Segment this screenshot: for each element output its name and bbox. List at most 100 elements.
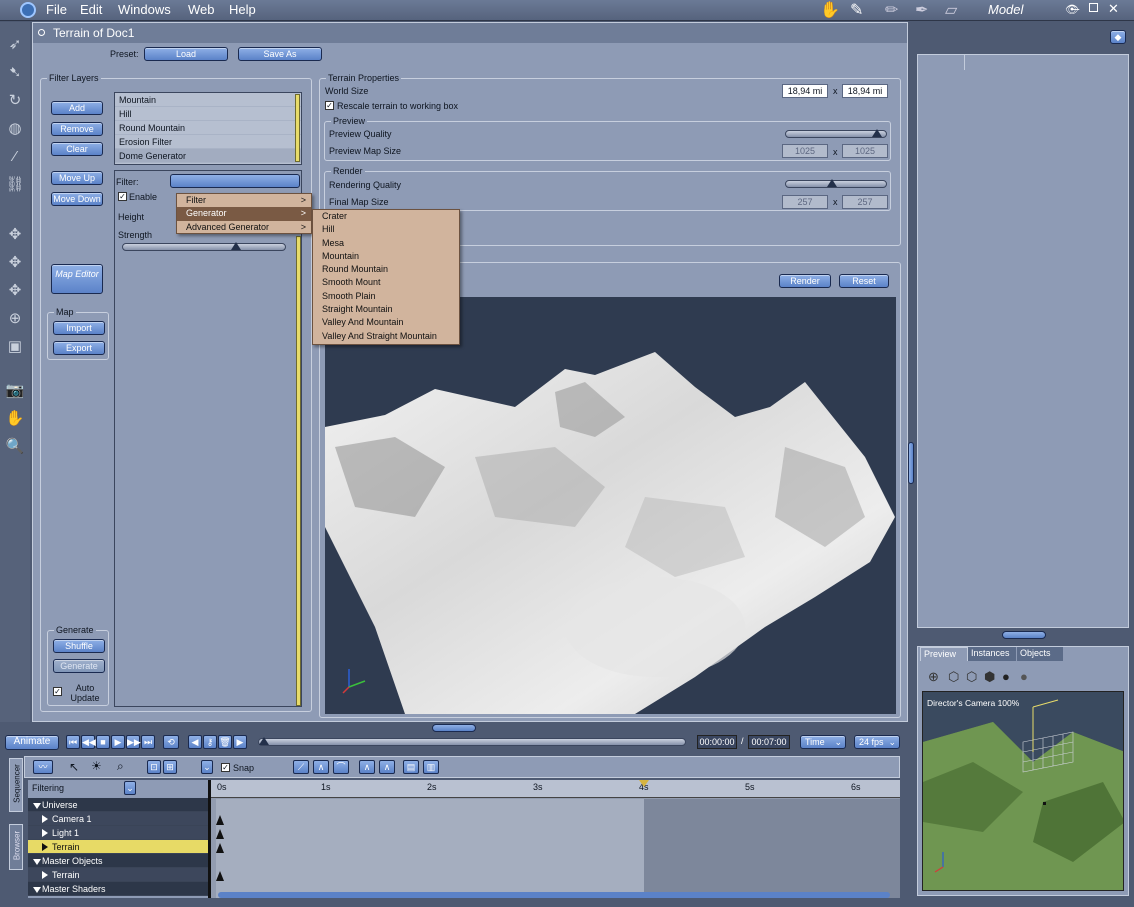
remove-layer-button[interactable]: Remove [51,122,103,136]
layer-list-scrollbar[interactable] [295,94,300,162]
box-icon[interactable]: ▣ [4,336,26,358]
step-forward-icon[interactable]: ▶▶ [126,735,141,749]
preview-map-height-field[interactable]: 1025 [842,144,888,158]
collapsed-triangle-icon[interactable] [42,829,48,837]
slider-knob[interactable] [231,242,241,250]
move-xz-icon[interactable]: ✥ [4,252,26,274]
key-mode-icon[interactable]: ▤ [403,760,419,774]
submenu-item-mesa[interactable]: Mesa [313,237,459,250]
menu-windows[interactable]: Windows [118,2,171,17]
menu-file[interactable]: File [46,2,67,17]
side-tab-browser[interactable]: Browser [9,824,23,870]
track-row[interactable]: Light 1 [28,826,208,840]
shaded-sphere-icon[interactable]: ● [1002,669,1010,684]
keyframe-area[interactable]: 0s 1s 2s 3s 4s 5s 6s [208,780,900,898]
render-button[interactable]: Render [779,274,831,288]
solid-cube-icon[interactable]: ⬢ [984,669,995,685]
prev-key-icon[interactable]: ◀ [188,735,202,749]
load-preset-button[interactable]: Load [144,47,228,61]
step-back-icon[interactable]: ◀◀ [81,735,96,749]
playhead[interactable] [208,780,211,898]
keyframe-marker[interactable] [216,843,224,853]
track-row[interactable]: Camera 1 [28,812,208,826]
submenu-item-straight-mountain[interactable]: Straight Mountain [313,303,459,316]
interp-peak-icon[interactable]: ∧ [313,760,329,774]
zoom-icon[interactable]: 🔍 [4,436,26,458]
panel-splitter-handle[interactable] [432,724,476,732]
list-item[interactable]: Mountain [115,93,301,107]
magnify-icon[interactable]: ⌕ [117,759,124,774]
rotate-icon[interactable]: ↻ [4,90,26,112]
pointer-icon[interactable]: ↖ [69,760,79,774]
submenu-item-valley-and-mountain[interactable]: Valley And Mountain [313,316,459,329]
submenu-item-round-mountain[interactable]: Round Mountain [313,263,459,276]
auto-update-checkbox[interactable]: ✓ [53,687,62,696]
terrain-viewport[interactable] [325,297,896,714]
camera-icon[interactable]: 📷 [4,380,26,402]
interp-in-icon[interactable]: ∧ [359,760,375,774]
list-item[interactable]: Dome Generator [115,149,301,163]
menu-help[interactable]: Help [229,2,256,17]
hand-tool-icon[interactable]: ✋ [820,0,840,20]
loop-icon[interactable]: ⟲ [163,735,179,749]
collapse-panel-button[interactable]: ◆ [1110,30,1126,44]
submenu-item-smooth-mount[interactable]: Smooth Mount [313,276,459,289]
wire-cube-icon[interactable]: ⬡ [948,669,959,685]
right-edge-splitter[interactable] [908,442,914,484]
graph-icon[interactable]: 〰 [33,760,53,774]
track-row[interactable]: Universe [28,798,208,812]
slider-knob[interactable] [259,737,269,745]
track-row[interactable]: Terrain [28,868,208,882]
move-icon[interactable]: ✥ [4,224,26,246]
window-close-dot-icon[interactable] [38,29,45,36]
tab-objects[interactable]: Objects [1017,647,1063,661]
rescale-checkbox[interactable]: ✓ [325,101,334,110]
list-item[interactable]: Round Mountain [115,121,301,135]
maximize-icon[interactable] [1089,3,1098,12]
layer-list[interactable]: Mountain Hill Round Mountain Erosion Fil… [114,92,302,165]
submenu-item-crater[interactable]: Crater [313,210,459,223]
interp-out-icon[interactable]: ∧ [379,760,395,774]
menu-edit[interactable]: Edit [80,2,102,17]
sphere-icon[interactable]: ◍ [4,118,26,140]
clear-layers-button[interactable]: Clear [51,142,103,156]
submenu-item-smooth-plain[interactable]: Smooth Plain [313,290,459,303]
keyframe-marker[interactable] [216,815,224,825]
delete-key-icon[interactable]: 🗑 [218,735,232,749]
menu-item-generator[interactable]: Generator > [177,207,311,221]
camera-preview[interactable]: Director's Camera 100% [922,691,1124,891]
fit-all-icon[interactable]: ⊞ [163,760,177,774]
spiral-tool-icon[interactable]: ✎ [850,0,863,20]
fps-select[interactable]: 24 fps ⌄ [854,735,900,749]
menu-item-filter[interactable]: Filter > [177,194,311,207]
outline-cube-icon[interactable]: ⬡ [966,669,977,685]
stop-icon[interactable]: ■ [96,735,110,749]
close-icon[interactable]: ✕ [1108,1,1119,17]
track-row[interactable]: Master Shaders [28,882,208,896]
brush-tool-icon[interactable]: ✏ [885,0,898,20]
end-marker-icon[interactable] [639,780,649,787]
right-panel-splitter[interactable] [1002,631,1046,639]
collapsed-triangle-icon[interactable] [42,843,48,851]
submenu-item-mountain[interactable]: Mountain [313,250,459,263]
collapsed-triangle-icon[interactable] [42,815,48,823]
tab-preview[interactable]: Preview [920,647,968,661]
add-layer-button[interactable]: Add [51,101,103,115]
interp-linear-icon[interactable]: ⟋ [293,760,309,774]
right-panel-tab[interactable] [917,54,965,70]
final-map-height-field[interactable]: 257 [842,195,888,209]
final-map-width-field[interactable]: 257 [782,195,828,209]
save-as-preset-button[interactable]: Save As [238,47,322,61]
filtering-dropdown-icon[interactable]: ⌄ [124,781,136,795]
import-map-button[interactable]: Import [53,321,105,335]
timeline-hscroll[interactable] [218,892,890,898]
go-to-start-icon[interactable]: ⏮ [66,735,80,749]
menu-web[interactable]: Web [188,2,215,17]
ruler-tool-icon[interactable]: ▱ [945,0,957,20]
shuffle-button[interactable]: Shuffle [53,639,105,653]
select-3d-icon[interactable]: ➷ [4,62,26,84]
submenu-item-valley-and-straight-mountain[interactable]: Valley And Straight Mountain [313,330,459,343]
generate-button[interactable]: Generate [53,659,105,673]
reset-button[interactable]: Reset [839,274,889,288]
menu-item-advanced-generator[interactable]: Advanced Generator > [177,221,311,234]
